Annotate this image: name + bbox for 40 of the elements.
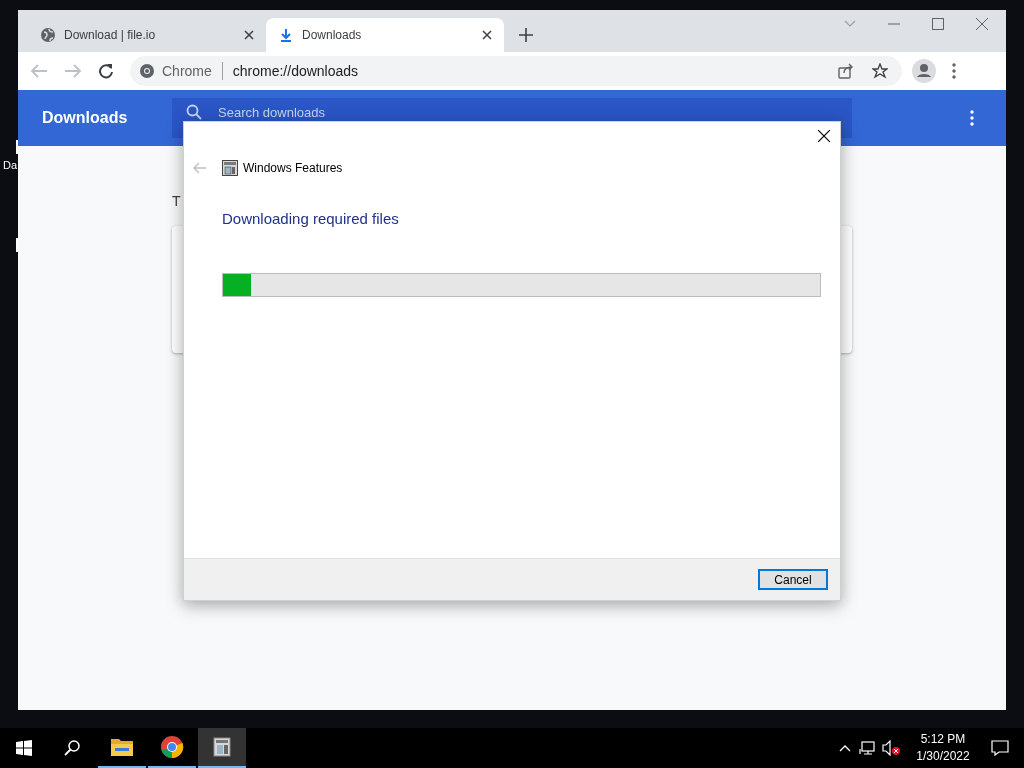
dialog-title: Windows Features [243,160,343,177]
chrome-icon [160,735,184,759]
dialog-heading: Downloading required files [222,209,399,229]
desktop-icon-label[interactable]: Da [3,157,18,174]
chevron-up-icon[interactable] [839,744,851,752]
window-features-icon [222,160,238,176]
maximize-icon[interactable] [932,18,944,30]
taskbar-app-button[interactable] [198,728,246,768]
browser-tab[interactable]: Downloads [266,18,504,52]
close-icon[interactable] [818,130,830,142]
menu-icon[interactable] [952,63,956,79]
close-icon[interactable] [482,30,492,40]
close-icon[interactable] [244,30,254,40]
page-title: Downloads [42,108,129,128]
reload-icon[interactable] [98,63,114,79]
address-bar[interactable]: Chrome chrome://downloads [130,56,902,86]
windows-start-icon[interactable] [16,740,32,756]
clock-time: 5:12 PM [920,731,966,748]
network-icon[interactable] [859,740,875,756]
download-icon [278,27,294,43]
site-label: Chrome [162,61,212,81]
globe-icon [40,27,56,43]
cancel-button[interactable]: Cancel [758,569,828,590]
search-icon [186,104,202,120]
window-features-icon [210,735,234,759]
muted-speaker-icon[interactable] [881,740,901,756]
url-text: chrome://downloads [232,61,360,81]
tab-title: Downloads [302,27,363,44]
share-icon[interactable] [838,63,854,79]
search-icon[interactable] [64,740,80,756]
date-heading: T [172,192,181,211]
clock[interactable]: 5:12 PM 1/30/2022 [909,731,977,765]
star-icon[interactable] [872,63,888,79]
notifications-icon[interactable] [991,740,1009,756]
profile-icon[interactable] [912,59,936,83]
chrome-icon [140,64,154,78]
plus-icon[interactable] [519,28,533,42]
tab-title: Download | file.io [64,27,157,44]
clock-date: 1/30/2022 [916,748,970,765]
menu-icon[interactable] [970,110,974,126]
